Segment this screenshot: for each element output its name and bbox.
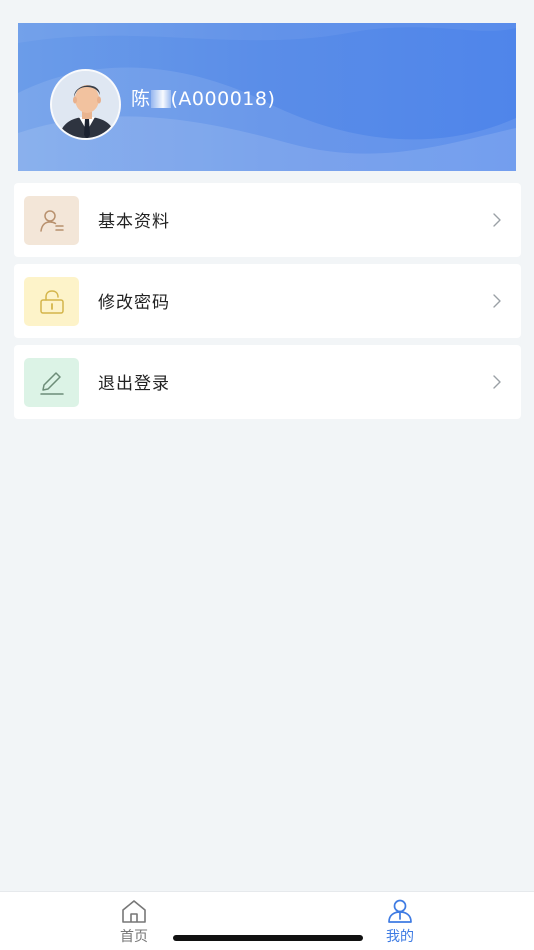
profile-banner: 陈 (A000018) xyxy=(18,23,516,171)
user-name: 陈 (A000018) xyxy=(131,84,275,111)
menu-item-logout[interactable]: 退出登录 xyxy=(14,345,521,419)
menu-icon-box xyxy=(24,196,79,245)
menu-item-label: 修改密码 xyxy=(98,293,170,313)
home-indicator[interactable] xyxy=(173,935,363,941)
tab-home[interactable]: 首页 xyxy=(104,898,164,946)
chevron-right-icon xyxy=(493,213,501,227)
chevron-right-icon xyxy=(493,294,501,308)
menu-item-label: 基本资料 xyxy=(98,212,170,232)
menu-item-change-password[interactable]: 修改密码 xyxy=(14,264,521,338)
chevron-right-icon xyxy=(493,375,501,389)
menu-item-profile[interactable]: 基本资料 xyxy=(14,183,521,257)
menu-icon-box xyxy=(24,277,79,326)
pencil-icon xyxy=(40,372,64,395)
lock-icon xyxy=(40,290,64,314)
menu-icon-box xyxy=(24,358,79,407)
menu-item-label: 退出登录 xyxy=(98,374,170,394)
name-redaction xyxy=(150,90,171,108)
tab-mine-label: 我的 xyxy=(386,929,414,945)
person-icon xyxy=(388,899,412,923)
tab-home-label: 首页 xyxy=(120,929,148,945)
user-profile-icon xyxy=(40,210,64,232)
user-name-text: 陈 xyxy=(131,88,151,110)
avatar[interactable] xyxy=(50,69,121,140)
user-code: (A000018) xyxy=(170,88,276,110)
tab-mine[interactable]: 我的 xyxy=(370,898,430,946)
bottom-tab-bar: 首页 我的 xyxy=(0,891,534,950)
home-icon xyxy=(122,900,146,923)
